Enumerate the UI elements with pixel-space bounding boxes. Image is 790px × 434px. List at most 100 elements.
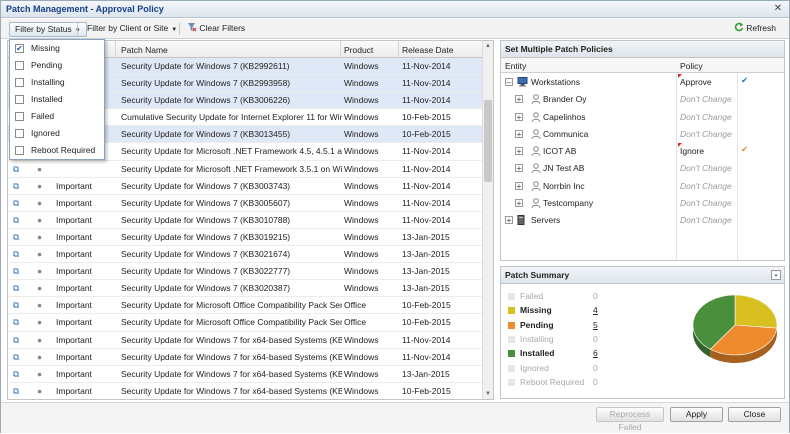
apply-button[interactable]: Apply [670, 407, 723, 422]
summary-count[interactable]: 4 [593, 305, 598, 315]
open-link-icon[interactable]: ⧉ [13, 232, 22, 243]
summary-count[interactable]: 6 [593, 348, 598, 358]
table-row[interactable]: ⧉●ImportantSecurity Update for Windows 7… [8, 229, 483, 246]
checkbox[interactable] [15, 146, 24, 155]
patch-summary-pie-chart [687, 291, 783, 371]
table-row[interactable]: ⧉●ImportantSecurity Update for Windows 7… [8, 263, 483, 280]
policy-row[interactable]: +JN Test ABDon't Change [501, 160, 784, 177]
checkbox[interactable] [15, 78, 24, 87]
table-row[interactable]: ⧉●ImportantSecurity Update for Windows 7… [8, 383, 483, 400]
open-link-icon[interactable]: ⧉ [13, 181, 22, 192]
status-dot-icon: ● [37, 232, 42, 242]
open-link-icon[interactable]: ⧉ [13, 249, 22, 260]
open-link-icon[interactable]: ⧉ [13, 300, 22, 311]
checkbox[interactable] [15, 95, 24, 104]
table-row[interactable]: ⧉●ImportantSecurity Update for Windows 7… [8, 349, 483, 366]
open-link-icon[interactable]: ⧉ [13, 164, 22, 175]
table-row[interactable]: ⧉●ImportantSecurity Update for Windows 7… [8, 332, 483, 349]
reprocess-failed-button[interactable]: Reprocess Failed [596, 407, 664, 422]
summary-item: Failed0 [506, 291, 606, 303]
checkbox[interactable] [15, 112, 24, 121]
expand-tree-icon[interactable]: + [515, 182, 523, 190]
checkbox-checked[interactable]: ✔ [15, 44, 24, 53]
status-filter-option[interactable]: Ignored [10, 125, 104, 142]
column-header-release-date[interactable]: Release Date [402, 45, 454, 55]
refresh-button[interactable]: Refresh [729, 22, 781, 37]
policy-value[interactable]: Approve [680, 77, 735, 87]
status-filter-option[interactable]: Installed [10, 91, 104, 108]
policy-row[interactable]: +CapelinhosDon't Change [501, 109, 784, 126]
status-filter-option[interactable]: ✔Missing [10, 40, 104, 57]
policy-value[interactable]: Don't Change [680, 94, 735, 104]
policy-value[interactable]: Don't Change [680, 129, 735, 139]
table-row[interactable]: ⧉●ImportantSecurity Update for Windows 7… [8, 246, 483, 263]
checkbox[interactable] [15, 129, 24, 138]
open-link-icon[interactable]: ⧉ [13, 317, 22, 328]
collapse-tree-icon[interactable]: – [505, 78, 513, 86]
expand-tree-icon[interactable]: + [515, 130, 523, 138]
clear-filters-button[interactable]: Clear Filters [182, 22, 250, 37]
close-button[interactable]: Close [728, 407, 781, 422]
expand-tree-icon[interactable]: + [515, 113, 523, 121]
open-link-icon[interactable]: ⧉ [13, 266, 22, 277]
open-link-icon[interactable]: ⧉ [13, 386, 22, 397]
table-row[interactable]: ⧉●Security Update for Microsoft .NET Fra… [8, 161, 483, 178]
table-row[interactable]: ⧉●ImportantSecurity Update for Microsoft… [8, 297, 483, 314]
close-icon[interactable]: ✕ [772, 3, 784, 15]
computer-icon [517, 77, 528, 89]
status-filter-option[interactable]: Reboot Required [10, 142, 104, 159]
policy-value[interactable]: Ignore [680, 146, 735, 156]
table-row[interactable]: ⧉●ImportantSecurity Update for Windows 7… [8, 212, 483, 229]
policy-value[interactable]: Don't Change [680, 181, 735, 191]
table-row[interactable]: ⧉●ImportantSecurity Update for Windows 7… [8, 366, 483, 383]
collapse-icon[interactable]: ⌄ [771, 270, 781, 280]
open-link-icon[interactable]: ⧉ [13, 215, 22, 226]
expand-tree-icon[interactable]: + [515, 164, 523, 172]
grid-scrollbar[interactable]: ▲ ▼ [482, 41, 493, 399]
open-link-icon[interactable]: ⧉ [13, 283, 22, 294]
column-header-product[interactable]: Product [344, 45, 373, 55]
checkbox[interactable] [15, 61, 24, 70]
product-cell: Windows [344, 283, 398, 293]
open-link-icon[interactable]: ⧉ [13, 335, 22, 346]
open-link-icon[interactable]: ⧉ [13, 352, 22, 363]
policy-row[interactable]: +CommunicaDon't Change [501, 126, 784, 143]
scrollbar-thumb[interactable] [484, 100, 492, 182]
filter-by-status-label: Filter by Status [15, 24, 72, 34]
legend-swatch [508, 379, 515, 386]
status-dot-icon: ● [37, 369, 42, 379]
expand-tree-icon[interactable]: + [515, 147, 523, 155]
policy-row[interactable]: +ServersDon't Change [501, 212, 784, 229]
policy-value[interactable]: Don't Change [680, 112, 735, 122]
status-filter-option[interactable]: Failed [10, 108, 104, 125]
expand-tree-icon[interactable]: + [505, 216, 513, 224]
policy-value[interactable]: Don't Change [680, 215, 735, 225]
table-row[interactable]: ⧉●ImportantSecurity Update for Windows 7… [8, 178, 483, 195]
policy-row[interactable]: –WorkstationsApprove✔ [501, 74, 784, 91]
policy-row[interactable]: +ICOT ABIgnore✔ [501, 143, 784, 160]
open-link-icon[interactable]: ⧉ [13, 369, 22, 380]
status-filter-option[interactable]: Installing [10, 74, 104, 91]
open-link-icon[interactable]: ⧉ [13, 198, 22, 209]
summary-label: Pending [520, 320, 554, 330]
entity-label: Workstations [531, 77, 580, 87]
policy-row[interactable]: +Norrbin IncDon't Change [501, 178, 784, 195]
status-filter-option[interactable]: Pending [10, 57, 104, 74]
summary-count[interactable]: 5 [593, 320, 598, 330]
table-row[interactable]: ⧉●ImportantSecurity Update for Windows 7… [8, 280, 483, 297]
table-row[interactable]: ⧉●ImportantSecurity Update for Microsoft… [8, 314, 483, 331]
column-header-patch-name[interactable]: Patch Name [121, 45, 168, 55]
pie-slice-missing [735, 295, 777, 328]
scroll-up-arrow-icon[interactable]: ▲ [485, 43, 491, 49]
policy-value[interactable]: Don't Change [680, 198, 735, 208]
scroll-down-arrow-icon[interactable]: ▼ [485, 391, 491, 397]
policy-row[interactable]: +TestcompanyDon't Change [501, 195, 784, 212]
expand-tree-icon[interactable]: + [515, 199, 523, 207]
policy-value[interactable]: Don't Change [680, 163, 735, 173]
product-cell: Windows [344, 146, 398, 156]
expand-tree-icon[interactable]: + [515, 95, 523, 103]
filter-by-status-button[interactable]: Filter by Status▼ [9, 22, 87, 37]
table-row[interactable]: ⧉●ImportantSecurity Update for Windows 7… [8, 195, 483, 212]
policy-row[interactable]: +Brander OyDon't Change [501, 91, 784, 108]
filter-by-client-button[interactable]: Filter by Client or Site▼ [82, 22, 182, 37]
